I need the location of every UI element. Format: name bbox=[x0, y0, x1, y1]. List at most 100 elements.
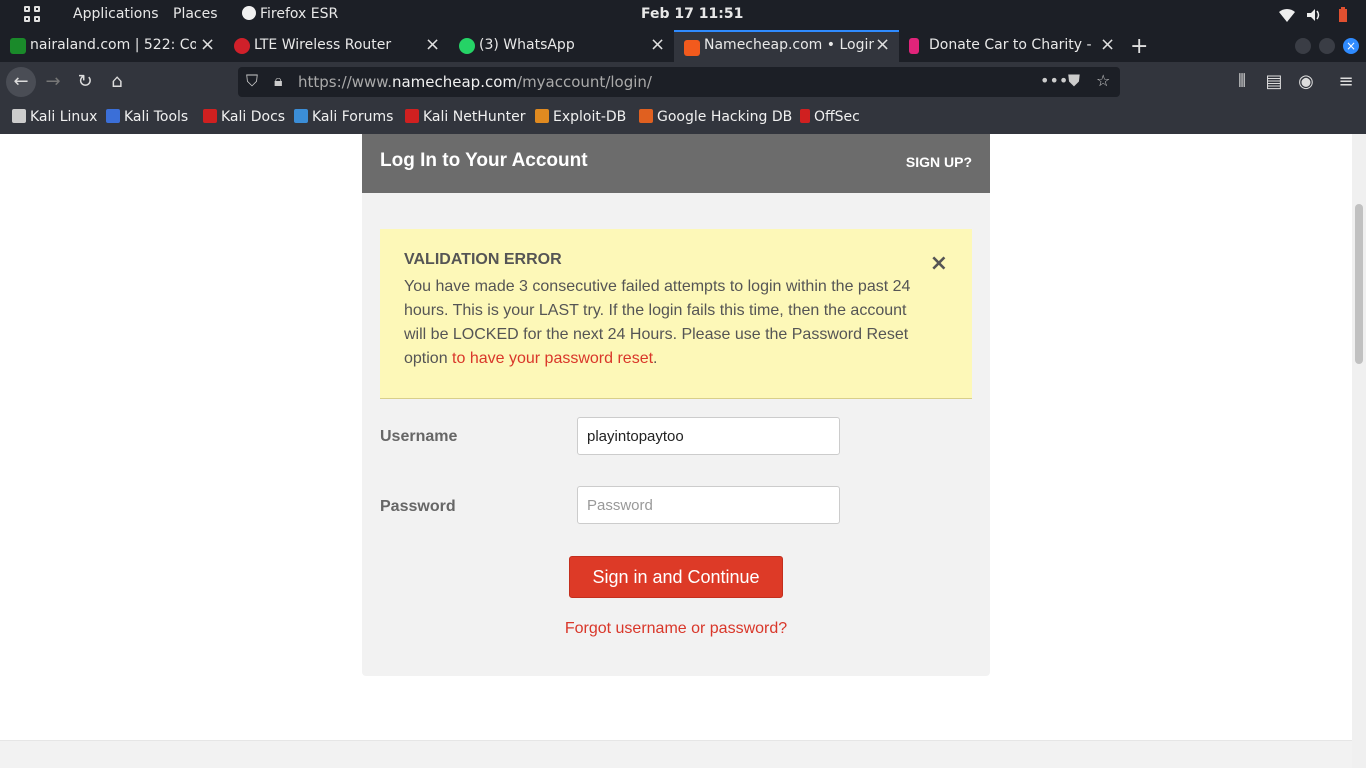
url-text[interactable]: https://www.namecheap.com/myaccount/logi… bbox=[298, 73, 652, 91]
minimize-window-icon[interactable] bbox=[1295, 38, 1311, 54]
signup-link[interactable]: SIGN UP? bbox=[906, 154, 972, 170]
login-title: Log In to Your Account bbox=[380, 150, 588, 171]
close-icon[interactable]: × bbox=[875, 36, 890, 54]
validation-error-alert: VALIDATION ERROR × You have made 3 conse… bbox=[380, 229, 972, 399]
back-arrow-icon[interactable]: ← bbox=[6, 67, 36, 97]
bookmark-label: Kali Docs bbox=[221, 109, 286, 125]
url-domain: namecheap.com bbox=[391, 73, 518, 91]
bookmark-label: Kali NetHunter bbox=[423, 109, 526, 125]
bookmark-exploit-db[interactable]: Exploit-DB bbox=[535, 109, 626, 125]
home-icon[interactable]: ⌂ bbox=[104, 69, 130, 95]
lock-icon[interactable]: 🔒︎ bbox=[274, 71, 283, 91]
firefox-menu[interactable]: Firefox ESR bbox=[242, 6, 338, 22]
close-icon[interactable]: × bbox=[425, 36, 440, 54]
username-label: Username bbox=[380, 428, 458, 445]
bookmark-google-hacking-db[interactable]: Google Hacking DB bbox=[639, 109, 792, 125]
kali-tools-icon bbox=[106, 109, 120, 123]
navigation-bar: ← → ↻ ⌂ ⛉ 🔒︎ https://www.namecheap.com/m… bbox=[0, 62, 1366, 102]
google-hacking-db-icon bbox=[639, 109, 653, 123]
forward-arrow-icon[interactable]: → bbox=[40, 69, 66, 95]
os-top-panel: Applications Places Firefox ESR Feb 17 1… bbox=[0, 0, 1366, 30]
tab-namecheap[interactable]: Namecheap.com • Login × bbox=[674, 30, 899, 62]
applications-menu[interactable]: Applications bbox=[73, 6, 159, 22]
kars4kids-icon bbox=[909, 38, 919, 54]
password-reset-link[interactable]: to have your password reset bbox=[452, 350, 653, 367]
bookmark-kali-linux[interactable]: Kali Linux bbox=[12, 109, 97, 125]
firefox-menu-label: Firefox ESR bbox=[260, 6, 339, 22]
bookmark-label: Kali Tools bbox=[124, 109, 189, 125]
tab-bar: nairaland.com | 522: Con × LTE Wireless … bbox=[0, 30, 1366, 62]
password-label: Password bbox=[380, 498, 456, 515]
nairaland-icon bbox=[10, 38, 26, 54]
tab-title: Namecheap.com • Login bbox=[704, 37, 874, 53]
close-window-icon[interactable]: × bbox=[1343, 38, 1359, 54]
login-card: Log In to Your Account SIGN UP? VALIDATI… bbox=[362, 134, 990, 676]
alert-message: You have made 3 consecutive failed attem… bbox=[404, 275, 924, 371]
kali-forums-icon bbox=[294, 109, 308, 123]
router-icon bbox=[234, 38, 250, 54]
tab-title: Donate Car to Charity - K bbox=[929, 37, 1091, 53]
tab-lte-router[interactable]: LTE Wireless Router × bbox=[224, 30, 449, 62]
tab-donate-car[interactable]: Donate Car to Charity - K × bbox=[899, 30, 1124, 62]
bookmark-label: Exploit-DB bbox=[553, 109, 627, 125]
bookmark-label: Kali Linux bbox=[30, 109, 98, 125]
places-menu[interactable]: Places bbox=[173, 6, 218, 22]
whatsapp-icon bbox=[459, 38, 475, 54]
sidebar-icon[interactable]: ▤ bbox=[1261, 69, 1287, 95]
exploit-db-icon bbox=[535, 109, 549, 123]
username-field[interactable] bbox=[577, 417, 840, 455]
apps-grid-icon[interactable] bbox=[24, 6, 42, 24]
close-icon[interactable]: × bbox=[930, 253, 948, 275]
sign-in-button[interactable]: Sign in and Continue bbox=[569, 556, 783, 598]
maximize-window-icon[interactable] bbox=[1319, 38, 1335, 54]
account-icon[interactable]: ◉ bbox=[1293, 69, 1319, 95]
tab-title: (3) WhatsApp bbox=[479, 37, 575, 53]
bookmark-star-icon[interactable]: ☆ bbox=[1096, 71, 1110, 90]
bookmark-label: OffSec bbox=[814, 109, 860, 125]
tab-nairaland[interactable]: nairaland.com | 522: Con × bbox=[0, 30, 224, 62]
alert-link-suffix: . bbox=[653, 350, 658, 367]
tab-whatsapp[interactable]: (3) WhatsApp × bbox=[449, 30, 674, 62]
login-header: Log In to Your Account SIGN UP? bbox=[362, 134, 990, 193]
alert-title: VALIDATION ERROR bbox=[404, 251, 562, 268]
url-path: /myaccount/login/ bbox=[517, 73, 652, 91]
offsec-icon bbox=[800, 109, 810, 123]
bookmark-label: Google Hacking DB bbox=[657, 109, 793, 125]
new-tab-plus-icon[interactable]: + bbox=[1130, 34, 1148, 59]
bookmark-kali-forums[interactable]: Kali Forums bbox=[294, 109, 393, 125]
url-prefix: https://www. bbox=[298, 73, 392, 91]
reload-icon[interactable]: ↻ bbox=[72, 69, 98, 95]
page-footer-band bbox=[0, 740, 1352, 768]
battery-icon[interactable] bbox=[1334, 6, 1352, 24]
bookmark-label: Kali Forums bbox=[312, 109, 394, 125]
bookmarks-bar: Kali Linux Kali Tools Kali Docs Kali For… bbox=[0, 102, 1366, 134]
kali-dragon-icon bbox=[12, 109, 26, 123]
page-scrollbar[interactable] bbox=[1352, 134, 1366, 768]
tab-title: LTE Wireless Router bbox=[254, 37, 392, 53]
scrollbar-thumb[interactable] bbox=[1355, 204, 1363, 364]
bookmark-offsec[interactable]: OffSec bbox=[800, 109, 860, 125]
kali-nethunter-icon bbox=[405, 109, 419, 123]
bookmark-kali-tools[interactable]: Kali Tools bbox=[106, 109, 188, 125]
clock[interactable]: Feb 17 11:51 bbox=[641, 6, 743, 22]
close-icon[interactable]: × bbox=[200, 36, 215, 54]
firefox-icon bbox=[242, 6, 256, 20]
password-field[interactable] bbox=[577, 486, 840, 524]
more-actions-icon[interactable]: ••• bbox=[1040, 71, 1068, 90]
bookmark-kali-docs[interactable]: Kali Docs bbox=[203, 109, 285, 125]
pocket-icon[interactable]: ⛊ bbox=[1068, 71, 1080, 91]
url-bar[interactable]: ⛉ 🔒︎ https://www.namecheap.com/myaccount… bbox=[238, 67, 1120, 97]
close-icon[interactable]: × bbox=[650, 36, 665, 54]
tab-title: nairaland.com | 522: Con bbox=[30, 37, 196, 53]
kali-docs-icon bbox=[203, 109, 217, 123]
volume-icon[interactable] bbox=[1305, 6, 1323, 24]
hamburger-menu-icon[interactable]: ≡ bbox=[1333, 69, 1359, 95]
bookmark-kali-nethunter[interactable]: Kali NetHunter bbox=[405, 109, 525, 125]
shield-icon[interactable]: ⛉ bbox=[246, 71, 258, 91]
namecheap-icon bbox=[684, 40, 700, 56]
library-icon[interactable]: ⫴ bbox=[1229, 69, 1255, 95]
page-content: Log In to Your Account SIGN UP? VALIDATI… bbox=[0, 134, 1352, 768]
forgot-credentials-link[interactable]: Forgot username or password? bbox=[362, 620, 990, 638]
wifi-icon[interactable] bbox=[1278, 6, 1296, 24]
close-icon[interactable]: × bbox=[1100, 36, 1115, 54]
